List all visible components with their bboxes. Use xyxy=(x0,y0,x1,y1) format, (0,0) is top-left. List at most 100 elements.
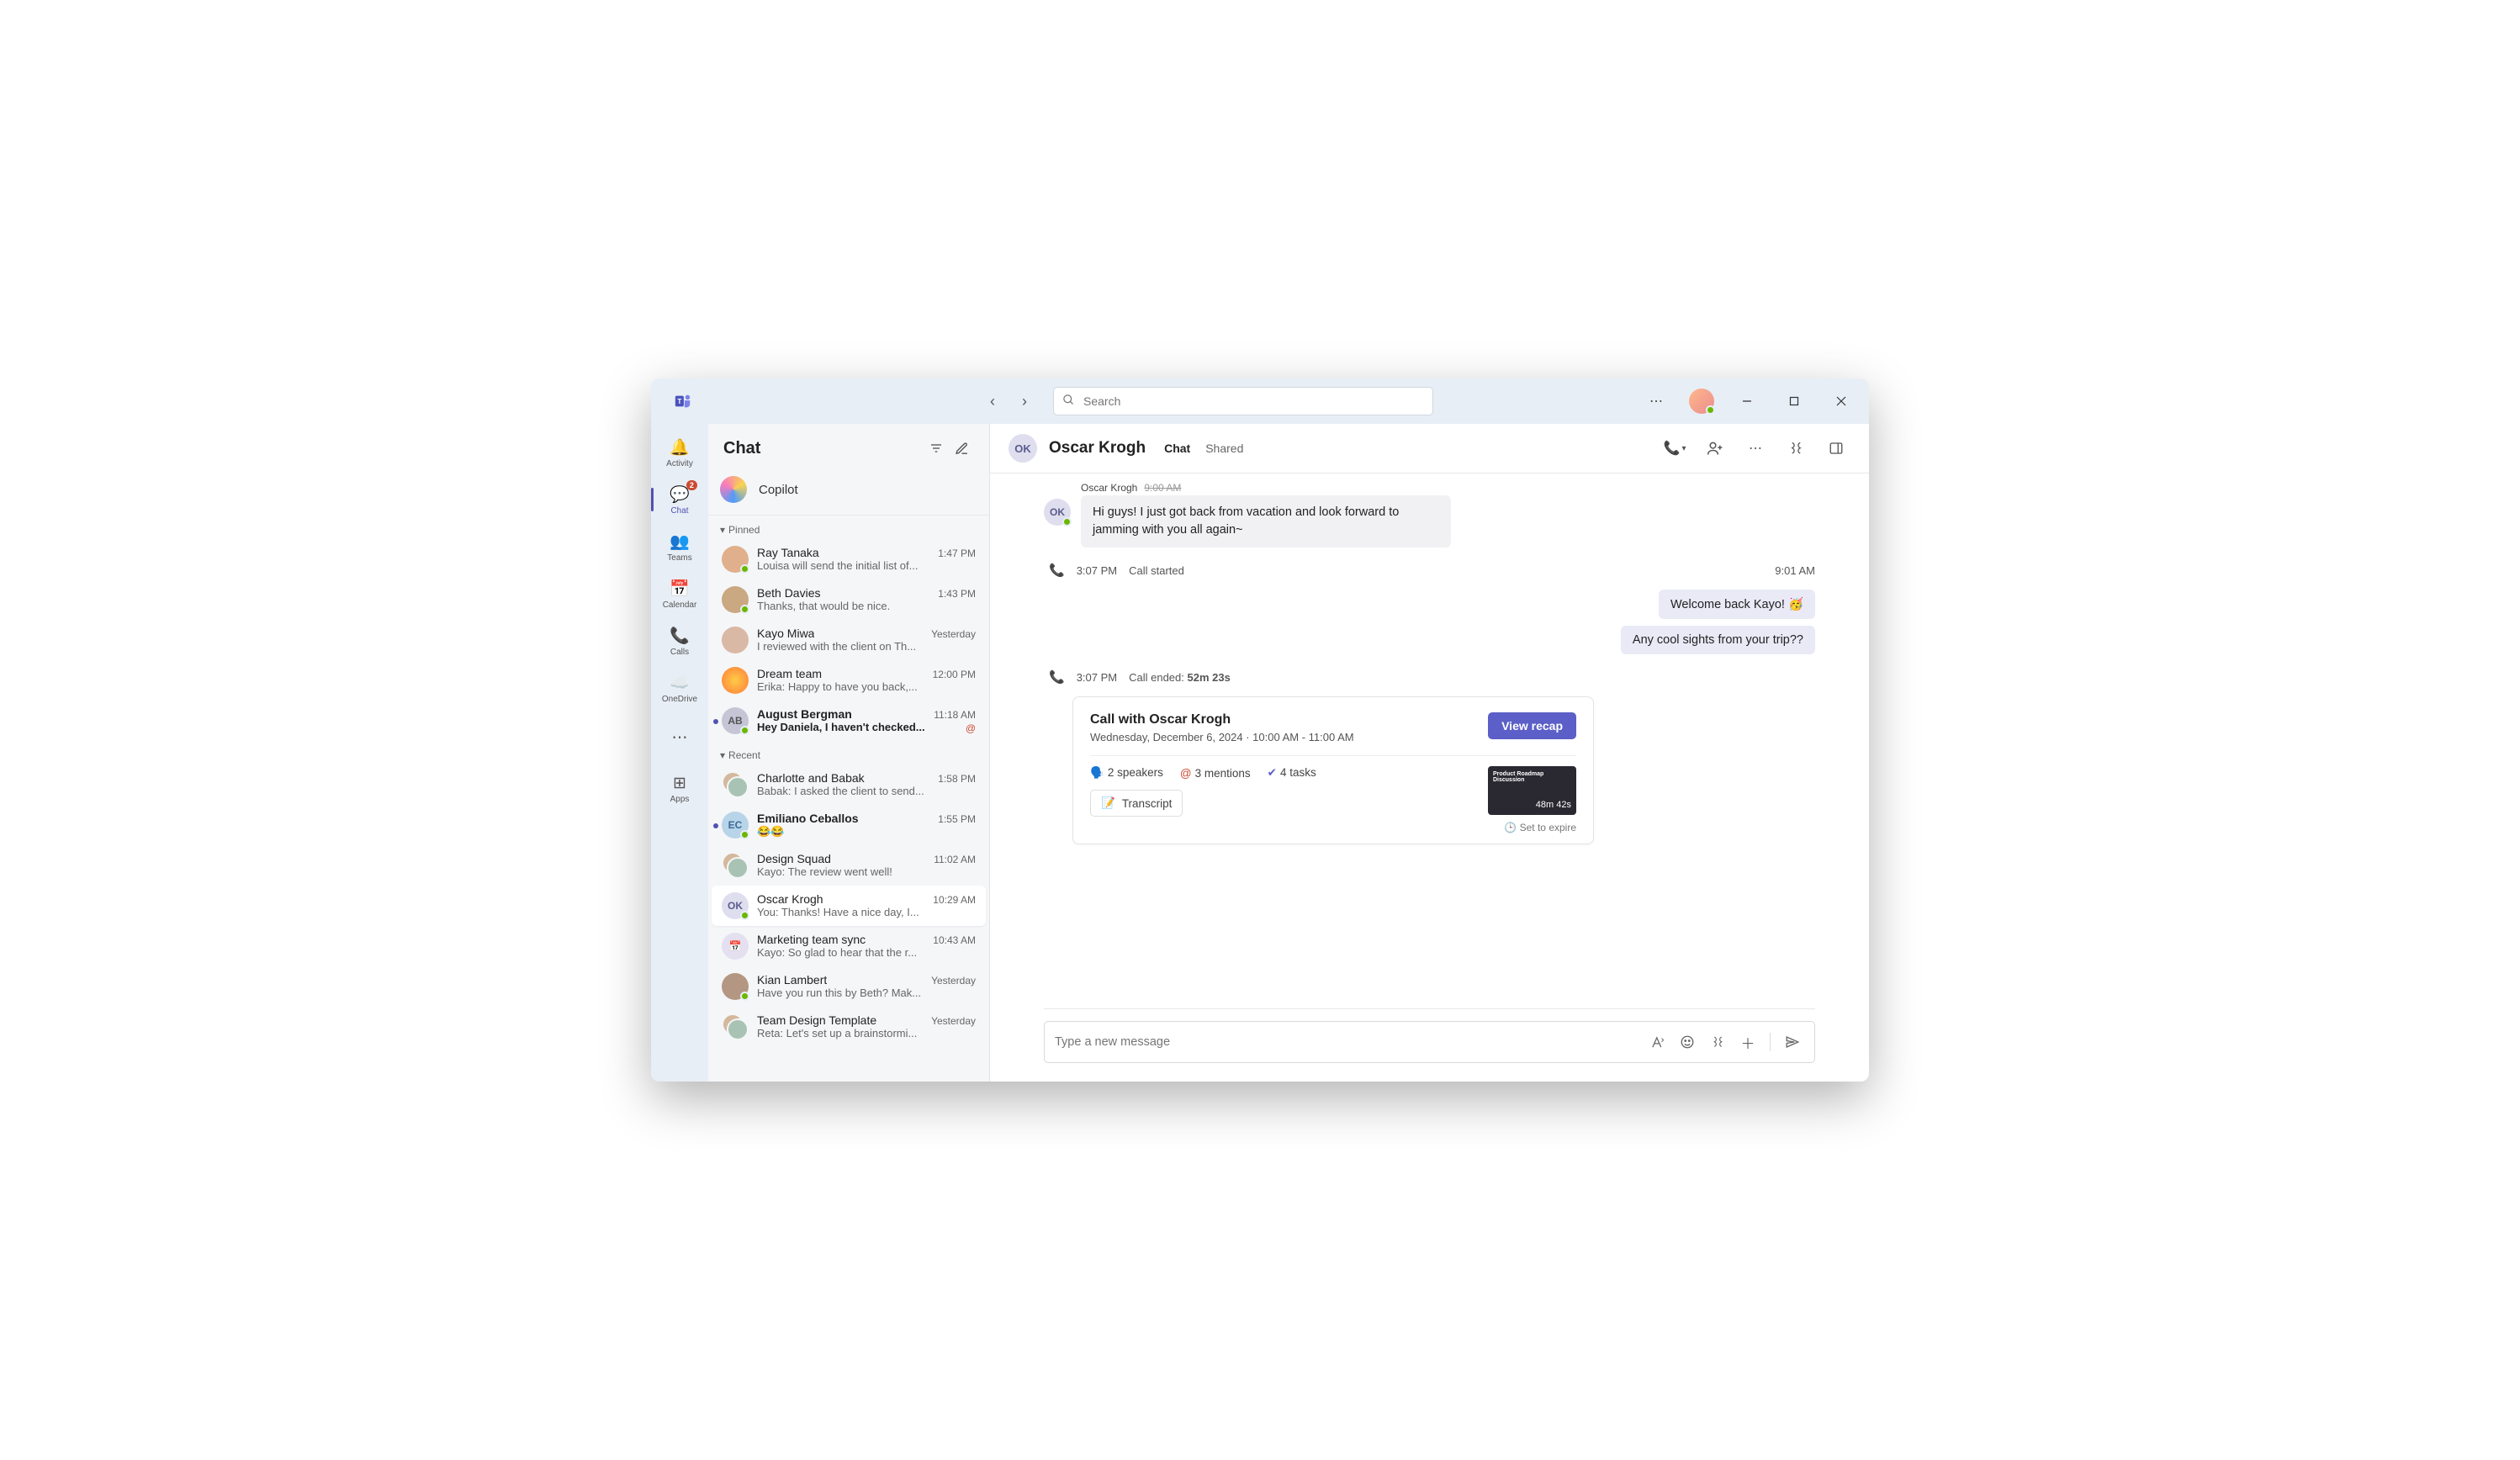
contact-avatar[interactable]: OK xyxy=(1009,434,1037,463)
outgoing-message: Any cool sights from your trip?? xyxy=(1621,626,1815,654)
filter-icon[interactable] xyxy=(924,436,949,461)
avatar xyxy=(722,546,749,573)
chat-preview: You: Thanks! Have a nice day, I... xyxy=(757,906,976,918)
composer-input[interactable] xyxy=(1055,1035,1639,1049)
chat-item[interactable]: Team Design Template Yesterday Reta: Let'… xyxy=(712,1007,986,1047)
format-icon[interactable] xyxy=(1645,1030,1669,1054)
chat-name: Oscar Krogh xyxy=(757,892,823,906)
chat-preview: Reta: Let's set up a brainstormi... xyxy=(757,1027,976,1039)
presence-icon xyxy=(1706,405,1715,415)
chat-time: 10:43 AM xyxy=(933,934,976,946)
message-bubble: Hi guys! I just got back from vacation a… xyxy=(1081,495,1451,548)
add-people-button[interactable] xyxy=(1701,434,1729,463)
tasks-stat: ✔4 tasks xyxy=(1268,766,1316,780)
chat-name: Charlotte and Babak xyxy=(757,771,865,785)
rail-teams[interactable]: 👥 Teams xyxy=(656,525,703,569)
chat-item[interactable]: Beth Davies1:43 PM Thanks, that would be… xyxy=(712,579,986,620)
chat-name: Kayo Miwa xyxy=(757,627,814,640)
tab-shared[interactable]: Shared xyxy=(1205,438,1243,458)
copilot-entry[interactable]: Copilot xyxy=(708,464,989,516)
section-recent[interactable]: ▾ Recent xyxy=(708,741,989,764)
chat-preview: I reviewed with the client on Th... xyxy=(757,640,976,653)
search-box[interactable] xyxy=(1053,387,1433,415)
chat-item[interactable]: Dream team12:00 PM Erika: Happy to have … xyxy=(712,660,986,701)
avatar xyxy=(722,852,749,879)
recording-thumbnail[interactable]: Product Roadmap Discussion 48m 42s xyxy=(1488,766,1576,815)
recap-subtitle: Wednesday, December 6, 2024 · 10:00 AM -… xyxy=(1090,731,1354,743)
chat-name: Team Design Template xyxy=(757,1013,876,1027)
rail-chat[interactable]: 💬2 Chat xyxy=(656,478,703,521)
titlebar: T ‹ › ⋯ xyxy=(651,378,1869,424)
rail-calls[interactable]: 📞 Calls xyxy=(656,619,703,663)
calls-icon: 📞 xyxy=(670,626,690,646)
rail-calendar[interactable]: 📅 Calendar xyxy=(656,572,703,616)
chat-item[interactable]: 📅 Marketing team sync10:43 AM Kayo: So g… xyxy=(712,926,986,966)
view-recap-button[interactable]: View recap xyxy=(1488,712,1576,739)
avatar: AB xyxy=(722,707,749,734)
speakers-icon: 🗣️ xyxy=(1090,766,1104,779)
chat-icon: 💬2 xyxy=(670,484,690,505)
avatar xyxy=(722,1013,749,1040)
chat-time: 1:43 PM xyxy=(938,588,976,600)
rail-label: Activity xyxy=(666,459,693,468)
chat-time: 10:29 AM xyxy=(933,894,976,906)
chat-item[interactable]: Kayo MiwaYesterday I reviewed with the c… xyxy=(712,620,986,660)
mention-icon: @ xyxy=(1180,767,1192,780)
transcript-icon: 📝 xyxy=(1101,796,1115,810)
chat-name: Dream team xyxy=(757,667,822,680)
window-maximize-icon[interactable] xyxy=(1780,387,1808,415)
chat-item-selected[interactable]: OK Oscar Krogh10:29 AM You: Thanks! Have… xyxy=(712,886,986,926)
nav-back-icon[interactable]: ‹ xyxy=(981,389,1004,413)
chat-item[interactable]: Charlotte and Babak1:58 PM Babak: I aske… xyxy=(712,764,986,805)
rail-label: Teams xyxy=(667,553,691,563)
message-composer[interactable]: ＋ xyxy=(1044,1021,1815,1063)
open-pane-icon[interactable] xyxy=(1822,434,1850,463)
chat-item[interactable]: EC Emiliano Ceballos1:55 PM 😂😂 xyxy=(712,805,986,845)
rail-more[interactable]: ⋯ xyxy=(656,717,703,760)
app-rail: 🔔 Activity 💬2 Chat 👥 Teams 📅 Calendar 📞 … xyxy=(651,424,708,1082)
chat-item[interactable]: Ray Tanaka1:47 PM Louisa will send the i… xyxy=(712,539,986,579)
phone-icon: 📞 xyxy=(1049,563,1065,578)
window-minimize-icon[interactable] xyxy=(1733,387,1761,415)
settings-more-icon[interactable]: ⋯ xyxy=(1642,387,1670,415)
call-started-row: 📞 3:07 PM Call started 9:01 AM xyxy=(1049,563,1815,578)
section-pinned[interactable]: ▾ Pinned xyxy=(708,516,989,539)
more-icon: ⋯ xyxy=(672,728,688,748)
apps-icon: ⊞ xyxy=(673,774,686,793)
tab-chat[interactable]: Chat xyxy=(1164,438,1190,458)
chat-time: 1:58 PM xyxy=(938,773,976,785)
chat-header: OK Oscar Krogh Chat Shared 📞 ▾ ⋯ xyxy=(990,424,1869,473)
me-avatar[interactable] xyxy=(1689,389,1714,414)
rail-apps[interactable]: ⊞ Apps xyxy=(656,767,703,811)
new-chat-icon[interactable] xyxy=(949,436,974,461)
search-input[interactable] xyxy=(1083,394,1424,408)
more-options-icon[interactable]: ⋯ xyxy=(1741,434,1770,463)
recap-title: Call with Oscar Krogh xyxy=(1090,712,1354,727)
rail-onedrive[interactable]: ☁️ OneDrive xyxy=(656,666,703,710)
teams-app-icon: T xyxy=(671,389,695,413)
message-meta: Oscar Krogh 9:00 AM xyxy=(1081,482,1815,494)
teams-icon: 👥 xyxy=(670,532,690,552)
call-button[interactable]: 📞 ▾ xyxy=(1660,434,1689,463)
chat-item[interactable]: AB August Bergman11:18 AM Hey Daniela, I… xyxy=(712,701,986,741)
transcript-chip[interactable]: 📝 Transcript xyxy=(1090,790,1183,817)
chat-item[interactable]: Design Squad11:02 AM Kayo: The review we… xyxy=(712,845,986,886)
chat-preview: Kayo: The review went well! xyxy=(757,865,976,878)
add-attachment-icon[interactable]: ＋ xyxy=(1736,1030,1760,1054)
calendar-icon: 📅 xyxy=(670,579,690,599)
send-icon[interactable] xyxy=(1781,1030,1804,1054)
call-recap-card: Call with Oscar Krogh Wednesday, Decembe… xyxy=(1072,696,1594,844)
copilot-compose-icon[interactable] xyxy=(1706,1030,1729,1054)
chat-preview: Kayo: So glad to hear that the r... xyxy=(757,946,976,959)
chat-time: Yesterday xyxy=(931,1015,976,1027)
emoji-icon[interactable] xyxy=(1676,1030,1699,1054)
rail-label: Calendar xyxy=(663,600,697,610)
window-close-icon[interactable] xyxy=(1827,387,1856,415)
rail-label: OneDrive xyxy=(662,695,697,704)
copilot-pane-icon[interactable] xyxy=(1781,434,1810,463)
nav-forward-icon[interactable]: › xyxy=(1013,389,1036,413)
rail-activity[interactable]: 🔔 Activity xyxy=(656,431,703,474)
app-window: T ‹ › ⋯ 🔔 Activity 💬2 xyxy=(651,378,1869,1082)
chat-item[interactable]: Kian LambertYesterday Have you run this … xyxy=(712,966,986,1007)
avatar xyxy=(722,771,749,798)
